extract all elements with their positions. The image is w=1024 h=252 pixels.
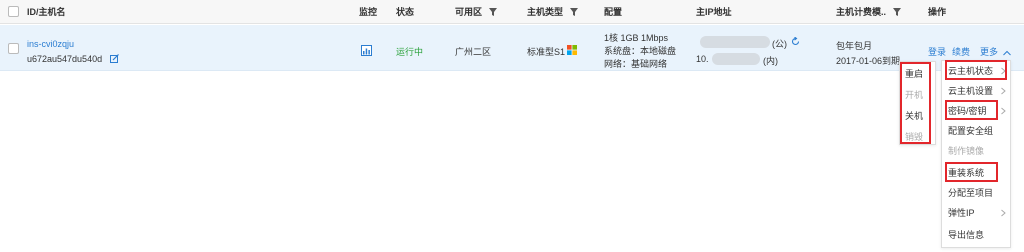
select-all-checkbox[interactable] — [8, 6, 19, 17]
private-ip-prefix: 10. — [696, 54, 709, 64]
header-host-type[interactable]: 主机类型 — [527, 0, 578, 24]
more-link[interactable]: 更多 — [980, 45, 1011, 58]
highlight-box-reinstall — [945, 162, 998, 182]
more-menu-item[interactable]: 分配至项目 — [942, 185, 1010, 201]
chevron-right-icon — [1001, 209, 1006, 217]
windows-icon — [567, 45, 577, 55]
filter-icon[interactable] — [569, 7, 578, 16]
config-line-2: 系统盘：本地磁盘 — [604, 46, 677, 56]
header-id-name[interactable]: ID/主机名 — [27, 0, 66, 24]
billing-mode: 包年包月 — [836, 41, 873, 51]
login-link[interactable]: 登录 — [928, 45, 946, 58]
instance-name: u672au547du540d — [27, 54, 103, 64]
header-config: 配置 — [604, 7, 623, 17]
header-actions: 操作 — [928, 7, 947, 17]
more-label: 更多 — [980, 47, 999, 57]
config-line-1: 1核 1GB 1Mbps — [604, 33, 669, 43]
config-line-3: 网络：基础网络 — [604, 59, 668, 69]
more-menu-item[interactable]: 云主机设置 — [942, 83, 1010, 99]
header-zone[interactable]: 可用区 — [455, 0, 497, 24]
chevron-right-icon — [1001, 107, 1006, 115]
edit-icon[interactable] — [110, 54, 119, 63]
row-checkbox[interactable] — [8, 43, 19, 54]
zone-value: 广州二区 — [455, 47, 492, 57]
more-menu-item-label: 云主机设置 — [948, 86, 994, 96]
filter-icon[interactable] — [488, 7, 497, 16]
private-ip-suffix: (内) — [763, 56, 778, 66]
more-menu-item[interactable]: 导出信息 — [942, 227, 1010, 243]
header-billing[interactable]: 主机计费模.. — [836, 0, 901, 24]
instance-id-link[interactable]: ins-cvi0zqju — [27, 39, 74, 49]
public-ip-suffix: (公) — [772, 39, 787, 49]
table-row[interactable]: ins-cvi0zqju u672au547du540d 运行中 广州二区 标准… — [0, 25, 1024, 71]
public-ip-masked — [700, 36, 770, 48]
more-menu-item-label: 配置安全组 — [948, 126, 994, 136]
header-status: 状态 — [396, 7, 415, 17]
header-main-ip: 主IP地址 — [696, 7, 732, 17]
header-monitor: 监控 — [359, 7, 378, 17]
more-menu-item-label: 分配至项目 — [948, 188, 994, 198]
more-menu-item-label: 导出信息 — [948, 230, 985, 240]
filter-icon[interactable] — [892, 7, 901, 16]
table-header: ID/主机名 监控 状态 可用区 主机类型 配置 主IP地址 主机计费模.. 操… — [0, 0, 1024, 24]
more-menu-item[interactable]: 弹性IP — [942, 205, 1010, 221]
highlight-box-power — [900, 62, 931, 144]
header-billing-label: 主机计费模.. — [836, 7, 887, 17]
chevron-right-icon — [1001, 87, 1006, 95]
header-host-type-label: 主机类型 — [527, 7, 564, 17]
monitor-chart-icon[interactable] — [361, 45, 372, 56]
more-dropdown-menu: 云主机状态 云主机设置 密码/密钥 配置安全组 制作镜像 重装系统 分配至项目 弹性IP 导出信… — [941, 60, 1011, 248]
more-menu-item[interactable]: 配置安全组 — [942, 123, 1010, 139]
chevron-up-icon — [1002, 50, 1011, 55]
private-ip-masked — [712, 53, 760, 65]
refresh-icon[interactable] — [791, 37, 800, 46]
status-running: 运行中 — [396, 47, 424, 57]
renew-link[interactable]: 续费 — [952, 45, 970, 58]
highlight-box-password — [945, 100, 998, 120]
more-menu-item-label: 弹性IP — [948, 208, 975, 218]
host-type-value: 标准型S1 — [527, 47, 566, 57]
expire-date: 2017-01-06到期 — [836, 56, 901, 66]
header-zone-label: 可用区 — [455, 7, 483, 17]
more-menu-item-label: 制作镜像 — [948, 146, 985, 156]
more-menu-item: 制作镜像 — [942, 143, 1010, 159]
highlight-box-state — [945, 60, 1007, 80]
